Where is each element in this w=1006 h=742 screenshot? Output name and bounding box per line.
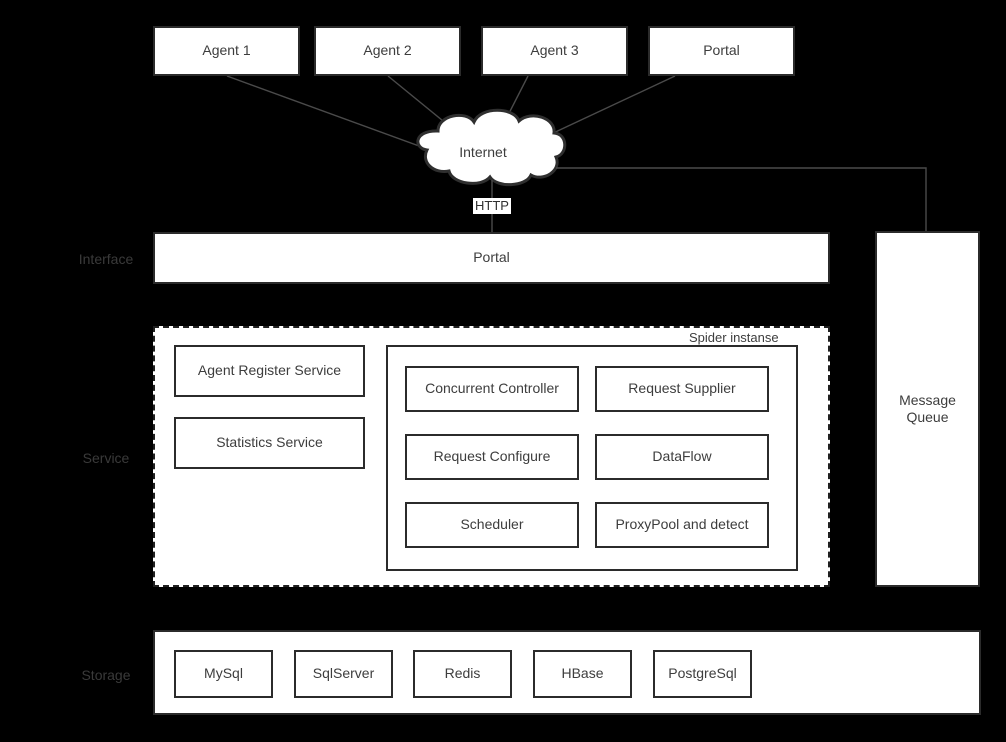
tier-label-service: Service — [82, 450, 130, 466]
service-node-agent-register-service-label: Agent Register Service — [197, 362, 342, 379]
storage-node-mysql-label: MySql — [204, 665, 243, 682]
client-node-portal[interactable]: Portal — [648, 26, 795, 76]
service-node-agent-register-service[interactable]: Agent Register Service — [174, 345, 365, 397]
storage-node-redis-label: Redis — [444, 665, 481, 682]
client-node-agent-3[interactable]: Agent 3 — [481, 26, 628, 76]
storage-node-redis[interactable]: Redis — [413, 650, 512, 698]
architecture-diagram: Internet HTTP Agent 1 Agent 2 Agent 3 Po… — [0, 0, 1006, 742]
spider-node-proxypool-and-detect[interactable]: ProxyPool and detect — [595, 502, 769, 548]
client-node-agent-2-label: Agent 2 — [363, 42, 412, 59]
spider-node-scheduler-label: Scheduler — [460, 516, 524, 533]
storage-node-hbase[interactable]: HBase — [533, 650, 632, 698]
spider-node-proxypool-and-detect-label: ProxyPool and detect — [615, 516, 749, 533]
spider-node-concurrent-controller-label: Concurrent Controller — [425, 380, 559, 397]
edge-agent2-internet — [387, 75, 471, 144]
spider-instance-caption: Spider instanse — [686, 330, 782, 345]
http-edge-label: HTTP — [473, 198, 511, 214]
storage-node-hbase-label: HBase — [561, 665, 604, 682]
spider-node-dataflow-label: DataFlow — [652, 448, 712, 465]
edge-agent3-internet — [502, 75, 529, 126]
spider-node-dataflow[interactable]: DataFlow — [595, 434, 769, 480]
service-node-statistics-service-label: Statistics Service — [216, 434, 323, 451]
client-node-agent-1[interactable]: Agent 1 — [153, 26, 300, 76]
spider-node-request-supplier-label: Request Supplier — [628, 380, 736, 397]
client-node-agent-1-label: Agent 1 — [202, 42, 251, 59]
edge-internet-message-queue — [556, 167, 927, 231]
message-queue-node[interactable]: Message Queue — [875, 231, 980, 587]
tier-label-interface: Interface — [78, 251, 134, 267]
spider-node-request-configure[interactable]: Request Configure — [405, 434, 579, 480]
spider-node-concurrent-controller[interactable]: Concurrent Controller — [405, 366, 579, 412]
tier-label-storage: Storage — [81, 667, 131, 683]
client-node-agent-3-label: Agent 3 — [530, 42, 579, 59]
storage-node-sqlserver[interactable]: SqlServer — [294, 650, 393, 698]
message-queue-label-line1: Message — [899, 391, 956, 408]
storage-node-sqlserver-label: SqlServer — [312, 665, 375, 682]
storage-node-postgresql[interactable]: PostgreSql — [653, 650, 752, 698]
message-queue-label-line2: Queue — [906, 409, 949, 425]
interface-portal-bar[interactable]: Portal — [153, 232, 830, 284]
client-node-agent-2[interactable]: Agent 2 — [314, 26, 461, 76]
internet-cloud-label: Internet — [459, 144, 507, 160]
spider-node-scheduler[interactable]: Scheduler — [405, 502, 579, 548]
edge-portal-client-internet — [548, 75, 676, 136]
client-node-portal-label: Portal — [703, 42, 740, 59]
spider-node-request-configure-label: Request Configure — [433, 448, 551, 465]
storage-node-mysql[interactable]: MySql — [174, 650, 273, 698]
service-node-statistics-service[interactable]: Statistics Service — [174, 417, 365, 469]
storage-node-postgresql-label: PostgreSql — [668, 665, 737, 682]
spider-node-request-supplier[interactable]: Request Supplier — [595, 366, 769, 412]
interface-portal-label: Portal — [473, 249, 510, 266]
